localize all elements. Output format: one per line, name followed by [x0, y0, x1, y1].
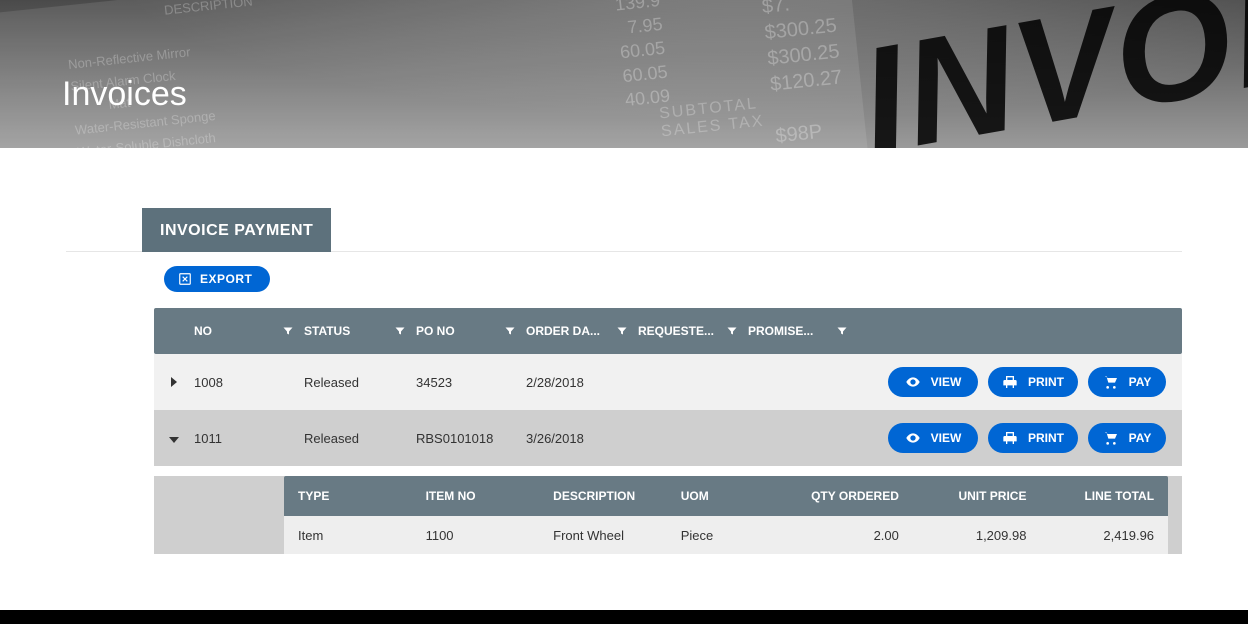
sub-col-uom[interactable]: UOM: [667, 489, 777, 503]
view-button[interactable]: VIEW: [888, 423, 978, 453]
print-button[interactable]: PRINT: [988, 423, 1078, 453]
detail-header: TYPE ITEM NO DESCRIPTION UOM QTY ORDERED…: [284, 476, 1168, 516]
print-button[interactable]: PRINT: [988, 367, 1078, 397]
detail-row: Item 1100 Front Wheel Piece 2.00 1,209.9…: [284, 516, 1168, 554]
print-label: PRINT: [1028, 375, 1064, 389]
content-area: INVOICE PAYMENT EXPORT NO STATUS PO NO: [0, 148, 1248, 554]
pay-button[interactable]: PAY: [1088, 423, 1166, 453]
filter-icon[interactable]: [394, 325, 416, 337]
sub-col-unitprice[interactable]: UNIT PRICE: [913, 489, 1041, 503]
col-pono[interactable]: PO NO: [416, 324, 455, 338]
hero-bg-invoice-word: INVOI: [848, 0, 1248, 148]
cell-no: 1011: [194, 431, 304, 446]
chevron-right-icon: [171, 375, 177, 390]
cell-description: Front Wheel: [539, 528, 667, 543]
cell-itemno: 1100: [412, 528, 540, 543]
invoice-grid: NO STATUS PO NO ORDER DA... REQUESTE... …: [154, 308, 1182, 554]
chevron-down-icon: [169, 431, 179, 446]
pay-label: PAY: [1129, 431, 1152, 445]
page-title: Invoices: [62, 75, 187, 114]
pay-button[interactable]: PAY: [1088, 367, 1166, 397]
cell-pono: RBS0101018: [416, 431, 526, 446]
col-promised[interactable]: PROMISE...: [748, 324, 813, 338]
sub-col-description[interactable]: DESCRIPTION: [539, 489, 667, 503]
cell-orderdate: 3/26/2018: [526, 431, 638, 446]
grid-header: NO STATUS PO NO ORDER DA... REQUESTE... …: [154, 308, 1182, 354]
cell-type: Item: [284, 528, 412, 543]
detail-grid: TYPE ITEM NO DESCRIPTION UOM QTY ORDERED…: [284, 476, 1168, 554]
printer-icon: [1002, 374, 1018, 390]
expand-toggle[interactable]: [154, 375, 194, 390]
view-label: VIEW: [931, 431, 962, 445]
sub-col-itemno[interactable]: ITEM NO: [412, 489, 540, 503]
sub-col-linetotal[interactable]: LINE TOTAL: [1040, 489, 1168, 503]
cart-icon: [1103, 430, 1119, 446]
cell-status: Released: [304, 375, 416, 390]
sub-col-qty[interactable]: QTY ORDERED: [776, 489, 913, 503]
filter-icon[interactable]: [836, 325, 858, 337]
filter-icon[interactable]: [282, 325, 304, 337]
excel-icon: [178, 272, 192, 286]
sub-col-type[interactable]: TYPE: [284, 489, 412, 503]
bottom-bar: [0, 610, 1248, 624]
view-label: VIEW: [931, 375, 962, 389]
hero-banner: DESCRIPTION Non-Reflective Mirror Silent…: [0, 0, 1248, 148]
cell-unitprice: 1,209.98: [913, 528, 1041, 543]
col-status[interactable]: STATUS: [304, 324, 350, 338]
col-requested[interactable]: REQUESTE...: [638, 324, 714, 338]
cart-icon: [1103, 374, 1119, 390]
export-label: EXPORT: [200, 272, 252, 286]
filter-icon[interactable]: [504, 325, 526, 337]
table-row: 1011 Released RBS0101018 3/26/2018 VIEW …: [154, 410, 1182, 466]
export-button[interactable]: EXPORT: [164, 266, 270, 292]
pay-label: PAY: [1129, 375, 1152, 389]
print-label: PRINT: [1028, 431, 1064, 445]
printer-icon: [1002, 430, 1018, 446]
filter-icon[interactable]: [616, 325, 638, 337]
table-row: 1008 Released 34523 2/28/2018 VIEW PRINT…: [154, 354, 1182, 410]
cell-qty: 2.00: [776, 528, 913, 543]
filter-icon[interactable]: [726, 325, 748, 337]
col-no[interactable]: NO: [194, 324, 212, 338]
expand-toggle[interactable]: [154, 431, 194, 446]
cell-orderdate: 2/28/2018: [526, 375, 638, 390]
cell-linetotal: 2,419.96: [1040, 528, 1168, 543]
cell-status: Released: [304, 431, 416, 446]
cell-pono: 34523: [416, 375, 526, 390]
cell-uom: Piece: [667, 528, 777, 543]
col-orderdate[interactable]: ORDER DA...: [526, 324, 600, 338]
cell-no: 1008: [194, 375, 304, 390]
hero-bg-text: DESCRIPTION Non-Reflective Mirror Silent…: [62, 0, 267, 148]
view-button[interactable]: VIEW: [888, 367, 978, 397]
tab-invoice-payment[interactable]: INVOICE PAYMENT: [142, 208, 331, 252]
eye-icon: [905, 374, 921, 390]
eye-icon: [905, 430, 921, 446]
